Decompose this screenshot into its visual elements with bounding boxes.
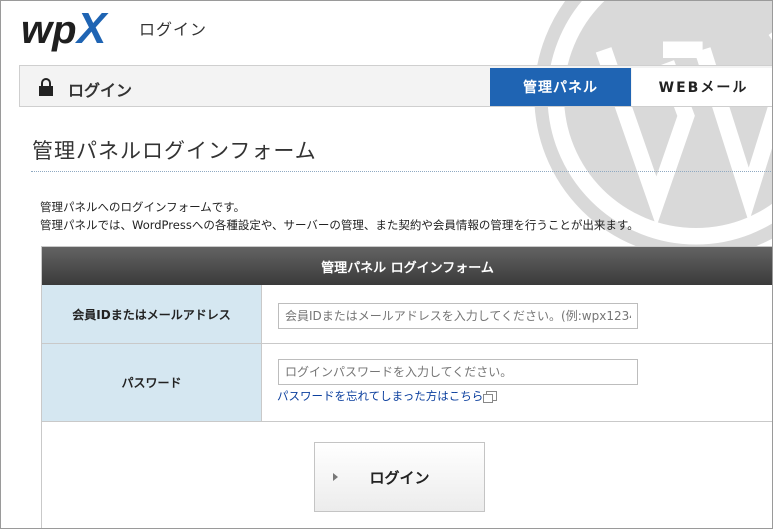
lock-icon: [39, 78, 53, 96]
login-button-label: ログイン: [369, 468, 430, 487]
password-label: パスワード: [42, 344, 262, 422]
forgot-password-text: パスワードを忘れてしまった方はこちら: [277, 389, 484, 403]
page-frame: wp X ログイン ログイン 管理パネル WEBメール 管理パネルログインフォー…: [0, 0, 773, 529]
forgot-password-link[interactable]: パスワードを忘れてしまった方はこちら: [277, 388, 498, 404]
description-line-1: 管理パネルへのログインフォームです。: [40, 200, 246, 214]
password-input[interactable]: [278, 359, 638, 385]
external-link-icon: [483, 391, 498, 403]
wpx-logo[interactable]: wp X: [21, 5, 133, 53]
login-button[interactable]: ログイン: [314, 442, 485, 512]
title-divider: [31, 171, 771, 172]
tab-webmail[interactable]: WEBメール: [632, 68, 772, 106]
description-line-2: 管理パネルでは、WordPressへの各種設定や、サーバーの管理、また契約や会員…: [40, 218, 639, 232]
header-login-label: ログイン: [139, 20, 208, 39]
member-id-label: 会員IDまたはメールアドレス: [42, 285, 262, 344]
arrow-right-icon: [333, 473, 338, 481]
login-form: 管理パネル ログインフォーム 会員IDまたはメールアドレス パスワード パスワー…: [41, 246, 772, 528]
password-cell: パスワードを忘れてしまった方はこちら: [262, 344, 772, 422]
member-id-input[interactable]: [278, 303, 638, 329]
member-id-cell: [262, 285, 772, 344]
tab-admin-panel[interactable]: 管理パネル: [490, 68, 631, 106]
site-header: wp X ログイン: [1, 1, 772, 61]
logo-wp-text: wp: [21, 8, 77, 52]
form-heading: 管理パネル ログインフォーム: [42, 247, 772, 285]
nav-title: ログイン: [68, 81, 133, 100]
logo-x-text: X: [74, 5, 109, 53]
top-nav: ログイン 管理パネル WEBメール: [19, 65, 772, 107]
page-title: 管理パネルログインフォーム: [32, 139, 317, 163]
